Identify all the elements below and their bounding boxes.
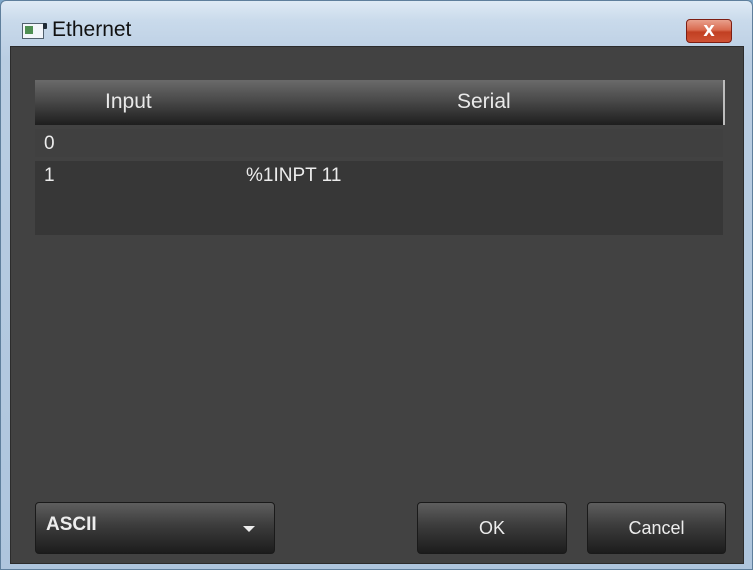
encoding-dropdown[interactable]: ASCII — [35, 502, 275, 554]
cell-serial[interactable]: %1INPT 11 — [246, 165, 341, 187]
table-row[interactable]: 0 — [35, 129, 723, 157]
cell-input: 1 — [44, 165, 55, 186]
chevron-down-icon — [243, 526, 255, 532]
content-panel: Input Serial 0 1 %1INPT 11 ASCII OK Canc… — [10, 46, 744, 564]
cell-input: 0 — [44, 133, 55, 154]
close-button[interactable]: X — [686, 19, 732, 43]
ethernet-dialog: Ethernet X Input Serial 0 1 %1INPT 11 AS… — [0, 0, 753, 570]
column-header-serial[interactable]: Serial — [457, 90, 511, 114]
title-bar[interactable]: Ethernet X — [1, 1, 752, 43]
ok-button[interactable]: OK — [417, 502, 567, 554]
app-icon-badge — [43, 23, 47, 29]
window-app-icon — [22, 23, 47, 39]
app-icon-pane — [25, 26, 33, 34]
encoding-value: ASCII — [46, 514, 97, 535]
table-header: Input Serial — [35, 80, 725, 125]
window-title: Ethernet — [52, 18, 132, 41]
table-row[interactable]: 1 %1INPT 11 — [35, 161, 723, 235]
cancel-button[interactable]: Cancel — [587, 502, 726, 554]
column-header-input[interactable]: Input — [105, 90, 152, 114]
